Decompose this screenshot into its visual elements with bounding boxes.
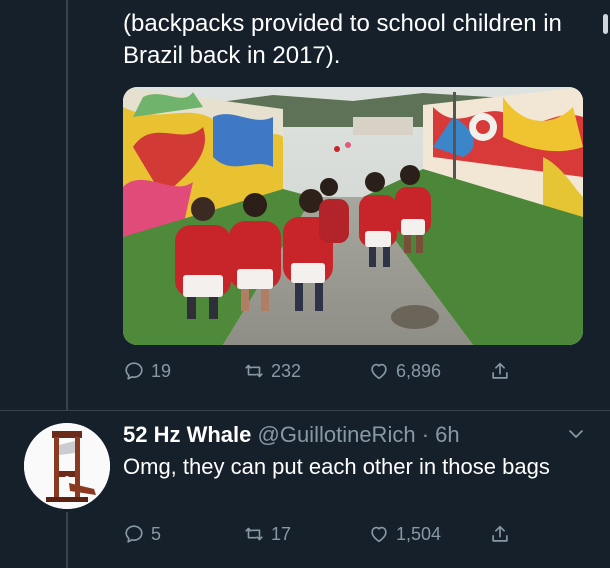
like-icon	[371, 363, 387, 380]
reply-actions: 5 17 1,504	[123, 523, 563, 553]
like-count: 6,896	[396, 361, 442, 381]
tweet-photo[interactable]	[123, 87, 583, 345]
thread-line-top	[66, 0, 68, 410]
like-button[interactable]: 6,896	[368, 360, 441, 382]
display-name[interactable]: 52 Hz Whale	[123, 422, 251, 447]
retweet-icon	[245, 364, 263, 378]
share-icon	[492, 525, 508, 542]
guillotine-avatar	[24, 423, 110, 509]
photo-school-children-backpacks	[123, 87, 583, 345]
thread-line-bottom	[66, 512, 68, 568]
like-icon	[371, 526, 387, 543]
reply-count: 19	[151, 361, 172, 381]
tweet-divider	[0, 410, 610, 411]
reply-count: 5	[151, 524, 162, 544]
retweet-count: 232	[271, 361, 302, 381]
retweet-count: 17	[271, 524, 292, 544]
avatar[interactable]	[24, 423, 110, 509]
reply-icon	[125, 525, 143, 543]
like-count: 1,504	[396, 524, 442, 544]
chevron-down-icon[interactable]	[567, 425, 585, 443]
reply-button[interactable]: 5	[123, 523, 161, 545]
reply-header: 52 Hz Whale @GuillotineRich · 6h	[123, 420, 460, 450]
reply-icon	[125, 362, 143, 380]
like-button[interactable]: 1,504	[368, 523, 441, 545]
share-button[interactable]	[489, 360, 517, 382]
retweet-button[interactable]: 17	[243, 523, 291, 545]
tweet-text: (backpacks provided to school children i…	[123, 10, 562, 69]
reply-text: Omg, they can put each other in those ba…	[123, 454, 550, 479]
retweet-button[interactable]: 232	[243, 360, 301, 382]
retweet-icon	[245, 527, 263, 541]
share-button[interactable]	[489, 523, 517, 545]
timestamp[interactable]: 6h	[435, 422, 459, 447]
scrollbar[interactable]	[603, 14, 608, 34]
reply-button[interactable]: 19	[123, 360, 171, 382]
separator-dot: ·	[421, 422, 430, 447]
tweet-actions: 19 232 6,896	[123, 360, 563, 390]
share-icon	[492, 362, 508, 379]
user-handle[interactable]: @GuillotineRich	[258, 422, 416, 447]
